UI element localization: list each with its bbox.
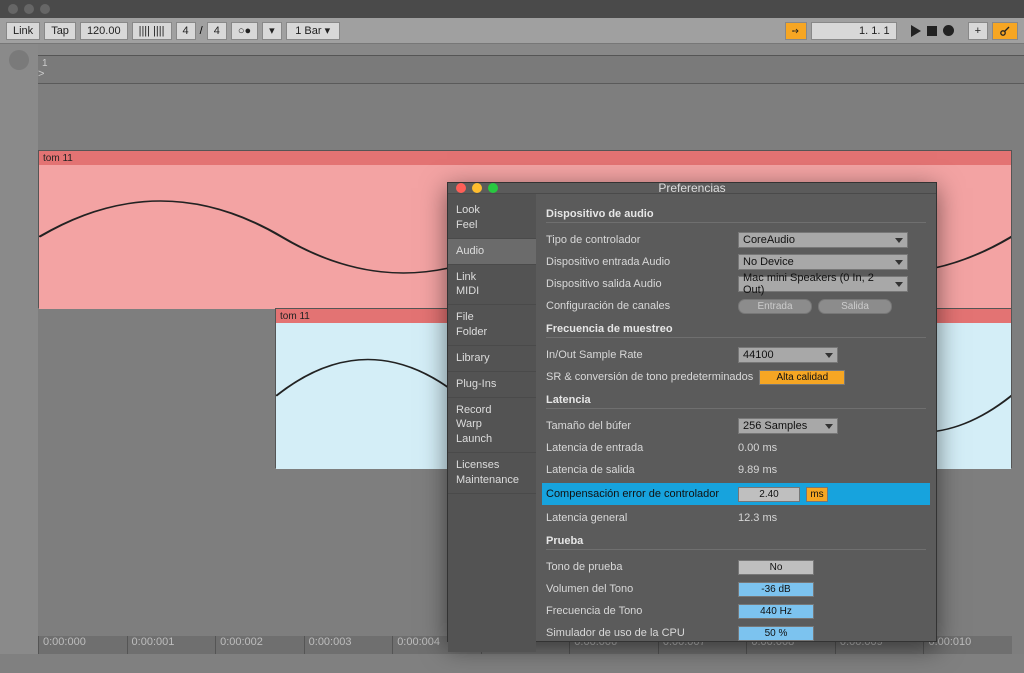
- traffic-light-close[interactable]: [8, 4, 18, 14]
- tab-library[interactable]: Library: [448, 346, 536, 372]
- chevron-down-icon: [895, 260, 903, 265]
- tone-volume-label: Volumen del Tono: [546, 583, 732, 595]
- input-latency-label: Latencia de entrada: [546, 442, 732, 454]
- preferences-dialog: Preferencias Look Feel Audio Link MIDI F…: [447, 182, 937, 642]
- chevron-down-icon: [895, 282, 903, 287]
- cpu-sim-label: Simulador de uso de la CPU: [546, 627, 732, 639]
- driver-error-comp-label: Compensación error de controlador: [546, 488, 732, 500]
- input-device-dropdown[interactable]: No Device: [738, 254, 908, 270]
- input-device-label: Dispositivo entrada Audio: [546, 256, 732, 268]
- chevron-down-icon: [825, 424, 833, 429]
- metronome-dropdown[interactable]: ▾: [262, 22, 282, 40]
- tab-link-midi[interactable]: Link MIDI: [448, 265, 536, 306]
- input-latency-value: 0.00 ms: [738, 442, 777, 454]
- top-toolbar: Link Tap 120.00 |||| |||| 4 / 4 ○● ▾ 1 B…: [0, 18, 1024, 44]
- beat-ruler[interactable]: 1 >: [38, 56, 1024, 84]
- driver-type-label: Tipo de controlador: [546, 234, 732, 246]
- play-button[interactable]: [911, 25, 921, 37]
- section-audio-device: Dispositivo de audio: [546, 208, 926, 223]
- prefs-titlebar[interactable]: Preferencias: [448, 183, 936, 194]
- window-titlebar: [0, 0, 1024, 18]
- midi-arrangement-toggle[interactable]: [785, 22, 807, 40]
- tab-file-folder[interactable]: File Folder: [448, 305, 536, 346]
- driver-error-comp-row: Compensación error de controlador 2.40 m…: [542, 483, 930, 505]
- metronome-toggle[interactable]: ○●: [231, 22, 258, 40]
- left-side-strip: [0, 44, 38, 654]
- time-tick: 0:00:002: [215, 636, 304, 654]
- sr-conversion-label: SR & conversión de tono predeterminados: [546, 371, 753, 383]
- overview-bar[interactable]: [38, 44, 1024, 56]
- test-tone-label: Tono de prueba: [546, 561, 732, 573]
- cpu-sim-slider[interactable]: 50 %: [738, 626, 814, 641]
- tone-freq-label: Frecuencia de Tono: [546, 605, 732, 617]
- tone-volume-slider[interactable]: -36 dB: [738, 582, 814, 597]
- chevron-down-icon: [895, 238, 903, 243]
- stop-button[interactable]: [927, 26, 937, 36]
- overall-latency-value: 12.3 ms: [738, 512, 777, 524]
- time-tick: 0:00:003: [304, 636, 393, 654]
- sample-rate-label: In/Out Sample Rate: [546, 349, 732, 361]
- input-channels-button[interactable]: Entrada: [738, 299, 812, 314]
- traffic-light-min[interactable]: [24, 4, 34, 14]
- section-latency: Latencia: [546, 394, 926, 409]
- tempo-field[interactable]: 120.00: [80, 22, 128, 40]
- prefs-title: Preferencias: [448, 181, 936, 195]
- tab-record-warp-launch[interactable]: Record Warp Launch: [448, 398, 536, 454]
- tone-freq-slider[interactable]: 440 Hz: [738, 604, 814, 619]
- section-sample-rate: Frecuencia de muestreo: [546, 323, 926, 338]
- traffic-light-max[interactable]: [40, 4, 50, 14]
- prefs-tabs: Look Feel Audio Link MIDI File Folder Li…: [448, 194, 536, 652]
- timesig-numerator[interactable]: 4: [176, 22, 196, 40]
- tab-plug-ins[interactable]: Plug-Ins: [448, 372, 536, 398]
- metronome-dots-button[interactable]: |||| ||||: [132, 22, 172, 40]
- buffer-size-label: Tamaño del búfer: [546, 420, 732, 432]
- key-mapping-button[interactable]: [992, 22, 1018, 40]
- test-tone-toggle[interactable]: No: [738, 560, 814, 575]
- timesig-denominator[interactable]: 4: [207, 22, 227, 40]
- output-latency-value: 9.89 ms: [738, 464, 777, 476]
- tab-licenses-maintenance[interactable]: Licenses Maintenance: [448, 453, 536, 494]
- ruler-marker: >: [38, 68, 44, 80]
- prefs-content: Dispositivo de audio Tipo de controlador…: [536, 194, 936, 652]
- tab-look-feel[interactable]: Look Feel: [448, 198, 536, 239]
- time-tick: 0:00:001: [127, 636, 216, 654]
- overview-icon[interactable]: [9, 50, 29, 70]
- overall-latency-label: Latencia general: [546, 512, 732, 524]
- link-button[interactable]: Link: [6, 22, 40, 40]
- sr-conversion-toggle[interactable]: Alta calidad: [759, 370, 845, 385]
- driver-error-comp-unit[interactable]: ms: [806, 487, 828, 502]
- record-button[interactable]: [943, 25, 954, 36]
- section-test: Prueba: [546, 535, 926, 550]
- chevron-down-icon: [825, 353, 833, 358]
- tab-audio[interactable]: Audio: [448, 239, 536, 265]
- clip-1-header[interactable]: tom 11: [39, 151, 1011, 165]
- output-device-dropdown[interactable]: Mac mini Speakers (0 In, 2 Out): [738, 276, 908, 292]
- song-position[interactable]: 1. 1. 1: [811, 22, 897, 40]
- channel-config-label: Configuración de canales: [546, 300, 732, 312]
- output-channels-button[interactable]: Salida: [818, 299, 892, 314]
- output-latency-label: Latencia de salida: [546, 464, 732, 476]
- driver-type-dropdown[interactable]: CoreAudio: [738, 232, 908, 248]
- overdub-plus-button[interactable]: +: [968, 22, 988, 40]
- quantize-field[interactable]: 1 Bar ▾: [286, 22, 340, 40]
- buffer-size-dropdown[interactable]: 256 Samples: [738, 418, 838, 434]
- output-device-label: Dispositivo salida Audio: [546, 278, 732, 290]
- timesig-slash: /: [200, 25, 203, 37]
- driver-error-comp-field[interactable]: 2.40: [738, 487, 800, 502]
- tap-button[interactable]: Tap: [44, 22, 76, 40]
- sample-rate-dropdown[interactable]: 44100: [738, 347, 838, 363]
- time-tick: 0:00:000: [38, 636, 127, 654]
